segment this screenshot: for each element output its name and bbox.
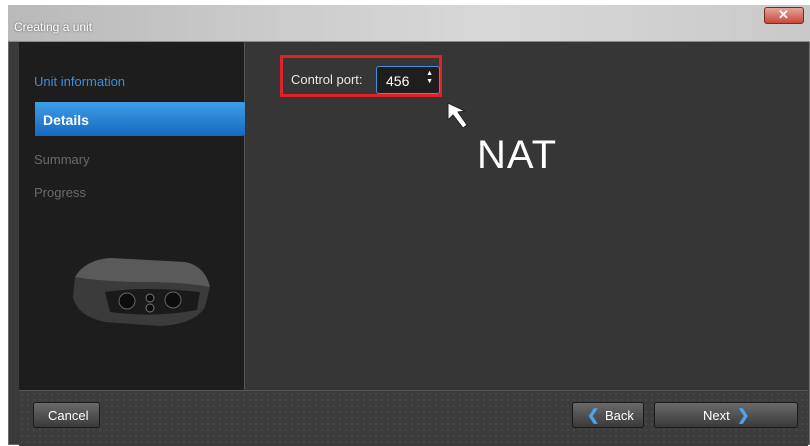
- camera-device-icon: [73, 258, 210, 326]
- back-button[interactable]: ❮ Back: [572, 402, 644, 428]
- control-port-stepper[interactable]: 456 ▲ ▼: [376, 66, 440, 94]
- sidebar-item-unit-information[interactable]: Unit information: [34, 74, 125, 89]
- wizard-sidebar: Unit information Details Summary Progres…: [19, 42, 257, 390]
- window-title: Creating a unit: [14, 20, 93, 34]
- sidebar-item-progress: Progress: [34, 185, 87, 200]
- cancel-button-label: Cancel: [48, 408, 89, 423]
- close-button[interactable]: ✕: [764, 7, 804, 24]
- sidebar-item-details[interactable]: Details: [35, 102, 257, 136]
- control-port-label: Control port:: [291, 72, 363, 87]
- nat-annotation: NAT: [477, 133, 558, 177]
- cursor-arrow-icon: [447, 102, 468, 129]
- chevron-right-icon: ❯: [737, 407, 750, 424]
- next-button[interactable]: Next ❯: [654, 402, 798, 428]
- title-bar: Creating a unit ✕: [8, 5, 810, 42]
- back-button-label: Back: [605, 408, 634, 423]
- next-button-label: Next: [703, 408, 730, 423]
- sidebar-item-summary: Summary: [34, 152, 90, 167]
- control-port-value[interactable]: 456: [386, 73, 409, 89]
- close-icon: ✕: [778, 7, 789, 22]
- cancel-button[interactable]: Cancel: [33, 402, 100, 428]
- sidebar-item-label: Details: [43, 112, 89, 128]
- chevron-left-icon: ❮: [587, 407, 600, 424]
- spin-arrows-icon[interactable]: ▲ ▼: [426, 70, 433, 86]
